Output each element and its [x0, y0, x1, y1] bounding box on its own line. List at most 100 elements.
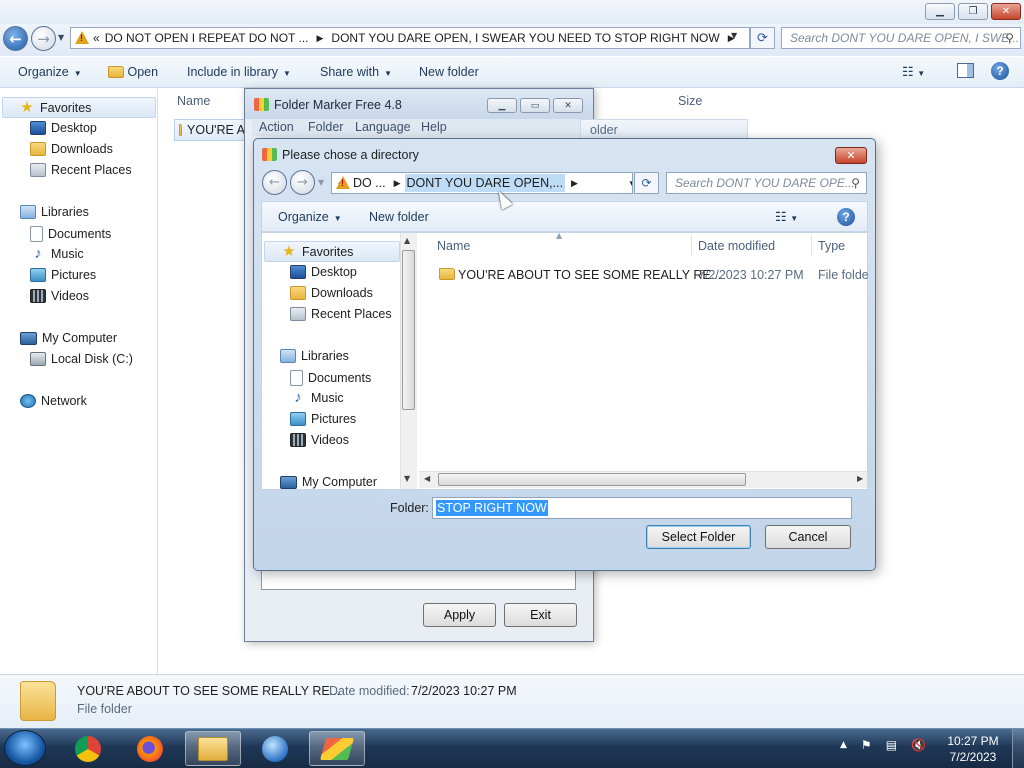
dialog-nav-favorites[interactable]: ★ Favorites	[264, 241, 400, 262]
exit-button[interactable]: Exit	[504, 603, 577, 627]
scroll-up-icon[interactable]: ▲	[404, 236, 410, 245]
breadcrumb-arrow-icon[interactable]: ▶	[317, 33, 324, 44]
show-desktop-button[interactable]	[1012, 729, 1024, 768]
dialog-nav-music[interactable]: ♪ Music	[290, 390, 343, 405]
dialog-column-name[interactable]: Name	[437, 239, 470, 253]
file-row[interactable]: YOU'RE A	[174, 119, 246, 141]
fm-list-box[interactable]	[261, 569, 576, 590]
scroll-right-icon[interactable]: ▶	[857, 474, 863, 483]
nav-local-disk[interactable]: Local Disk (C:)	[30, 352, 133, 366]
breadcrumb-arrow-icon[interactable]: ▶	[571, 178, 578, 189]
include-in-library-button[interactable]: Include in library ▼	[187, 65, 291, 79]
dialog-view-options-icon[interactable]: ☷ ▼	[775, 209, 798, 225]
refresh-button[interactable]: ⟳	[750, 27, 775, 49]
volume-muted-icon[interactable]: 🔇	[911, 738, 926, 752]
dialog-address-bar[interactable]: « DO ... ▶ DONT YOU DARE OPEN,... ▶ ▼	[331, 172, 633, 194]
taskbar-explorer[interactable]	[185, 731, 241, 766]
back-button[interactable]: ←	[3, 26, 28, 51]
menu-folder[interactable]: Folder	[308, 120, 343, 134]
search-input[interactable]: Search DONT YOU DARE OPEN, I SWE... ⚲	[781, 27, 1021, 49]
menu-action[interactable]: Action	[259, 120, 294, 134]
dialog-nav-videos[interactable]: Videos	[290, 433, 349, 447]
taskbar-chrome[interactable]	[60, 731, 116, 766]
network-tray-icon[interactable]: ▤	[886, 738, 897, 752]
address-bar[interactable]: « DO NOT OPEN I REPEAT DO NOT ... ▶ DONT…	[70, 27, 750, 49]
start-button[interactable]	[4, 730, 46, 766]
overflow-chevron[interactable]: «	[93, 31, 100, 45]
cancel-button[interactable]: Cancel	[765, 525, 851, 549]
dialog-help-icon[interactable]: ?	[837, 208, 855, 226]
nav-downloads[interactable]: Downloads	[30, 142, 113, 156]
new-folder-button[interactable]: New folder	[419, 65, 479, 79]
dialog-column-date-modified[interactable]: Date modified	[698, 239, 775, 253]
dialog-address-dropdown-icon[interactable]: ▼	[628, 179, 632, 188]
menu-help[interactable]: Help	[421, 120, 447, 134]
view-options-icon[interactable]: ☷ ▼	[902, 64, 925, 80]
dialog-close-button[interactable]: ✕	[835, 147, 867, 164]
dialog-forward-button[interactable]: →	[290, 170, 315, 195]
taskbar-firefox[interactable]	[122, 731, 178, 766]
forward-button[interactable]: →	[31, 26, 56, 51]
action-center-flag-icon[interactable]: ⚑	[861, 738, 872, 752]
nav-network[interactable]: Network	[20, 394, 87, 408]
close-button[interactable]: ✕	[991, 3, 1021, 20]
dialog-nav-scroll-thumb[interactable]	[402, 250, 415, 410]
nav-libraries[interactable]: Libraries	[20, 205, 89, 219]
open-button[interactable]: Open	[108, 65, 158, 79]
share-with-button[interactable]: Share with ▼	[320, 65, 392, 79]
taskbar-network-app[interactable]	[247, 731, 303, 766]
show-hidden-icons-icon[interactable]: ▲	[840, 740, 847, 750]
nav-music[interactable]: ♪ Music	[30, 246, 83, 261]
nav-my-computer[interactable]: My Computer	[20, 331, 117, 345]
breadcrumb-segment-2[interactable]: DONT YOU DARE OPEN, I SWEAR YOU NEED TO …	[331, 31, 719, 45]
dialog-column-type[interactable]: Type	[818, 239, 845, 253]
dialog-nav-libraries[interactable]: Libraries	[280, 349, 349, 363]
breadcrumb-arrow-icon[interactable]: ▶	[394, 178, 401, 189]
nav-pictures[interactable]: Pictures	[30, 268, 96, 282]
column-header-name[interactable]: Name	[177, 94, 210, 108]
maximize-button[interactable]: ❐	[958, 3, 988, 20]
nav-recent-places[interactable]: Recent Places	[30, 163, 132, 177]
fm-minimize-button[interactable]: ▁	[487, 98, 517, 113]
column-header-size[interactable]: Size	[678, 94, 702, 108]
minimize-button[interactable]: ▁	[925, 3, 955, 20]
nav-documents[interactable]: Documents	[30, 226, 111, 242]
dialog-breadcrumb-segment-1[interactable]: DO ...	[353, 176, 386, 190]
dialog-nav-desktop[interactable]: Desktop	[290, 265, 357, 279]
taskbar-clock[interactable]: 10:27 PM 7/2/2023	[940, 733, 1006, 765]
dialog-nav-recent-places[interactable]: Recent Places	[290, 307, 392, 321]
dialog-nav-pictures[interactable]: Pictures	[290, 412, 356, 426]
select-folder-button[interactable]: Select Folder	[646, 525, 751, 549]
fm-close-button[interactable]: ✕	[553, 98, 583, 113]
explorer-titlebar[interactable]	[0, 0, 1024, 24]
apply-button[interactable]: Apply	[423, 603, 496, 627]
dialog-back-button[interactable]: ←	[262, 170, 287, 195]
dialog-refresh-button[interactable]: ⟳	[634, 172, 659, 194]
preview-pane-icon[interactable]	[957, 63, 974, 78]
help-icon[interactable]: ?	[991, 62, 1009, 80]
taskbar-folder-marker[interactable]	[309, 731, 365, 766]
dialog-nav-documents[interactable]: Documents	[290, 370, 371, 386]
column-divider[interactable]	[811, 235, 812, 255]
history-dropdown-icon[interactable]: ▼	[58, 33, 64, 42]
scroll-left-icon[interactable]: ◀	[424, 474, 430, 483]
address-dropdown-icon[interactable]: ▼	[731, 31, 737, 40]
dialog-nav-my-computer[interactable]: My Computer	[280, 475, 377, 489]
dialog-horizontal-scroll-thumb[interactable]	[438, 473, 746, 486]
dialog-organize-button[interactable]: Organize ▼	[278, 210, 342, 224]
nav-desktop[interactable]: Desktop	[30, 121, 97, 135]
breadcrumb-segment-1[interactable]: DO NOT OPEN I REPEAT DO NOT ...	[105, 31, 309, 45]
column-divider[interactable]	[691, 235, 692, 255]
dialog-history-dropdown-icon[interactable]: ▼	[318, 178, 324, 187]
nav-favorites[interactable]: ★ Favorites	[2, 97, 156, 118]
nav-videos[interactable]: Videos	[30, 289, 89, 303]
organize-button[interactable]: Organize ▼	[18, 65, 82, 79]
dialog-nav-downloads[interactable]: Downloads	[290, 286, 373, 300]
dialog-search-input[interactable]: Search DONT YOU DARE OPE... ⚲	[666, 172, 867, 194]
fm-maximize-button[interactable]: ▭	[520, 98, 550, 113]
menu-language[interactable]: Language	[355, 120, 411, 134]
folder-name-input[interactable]: STOP RIGHT NOW	[432, 497, 852, 519]
dialog-breadcrumb-segment-2[interactable]: DONT YOU DARE OPEN,...	[404, 174, 566, 192]
dialog-new-folder-button[interactable]: New folder	[369, 210, 429, 224]
scroll-down-icon[interactable]: ▼	[404, 474, 410, 483]
